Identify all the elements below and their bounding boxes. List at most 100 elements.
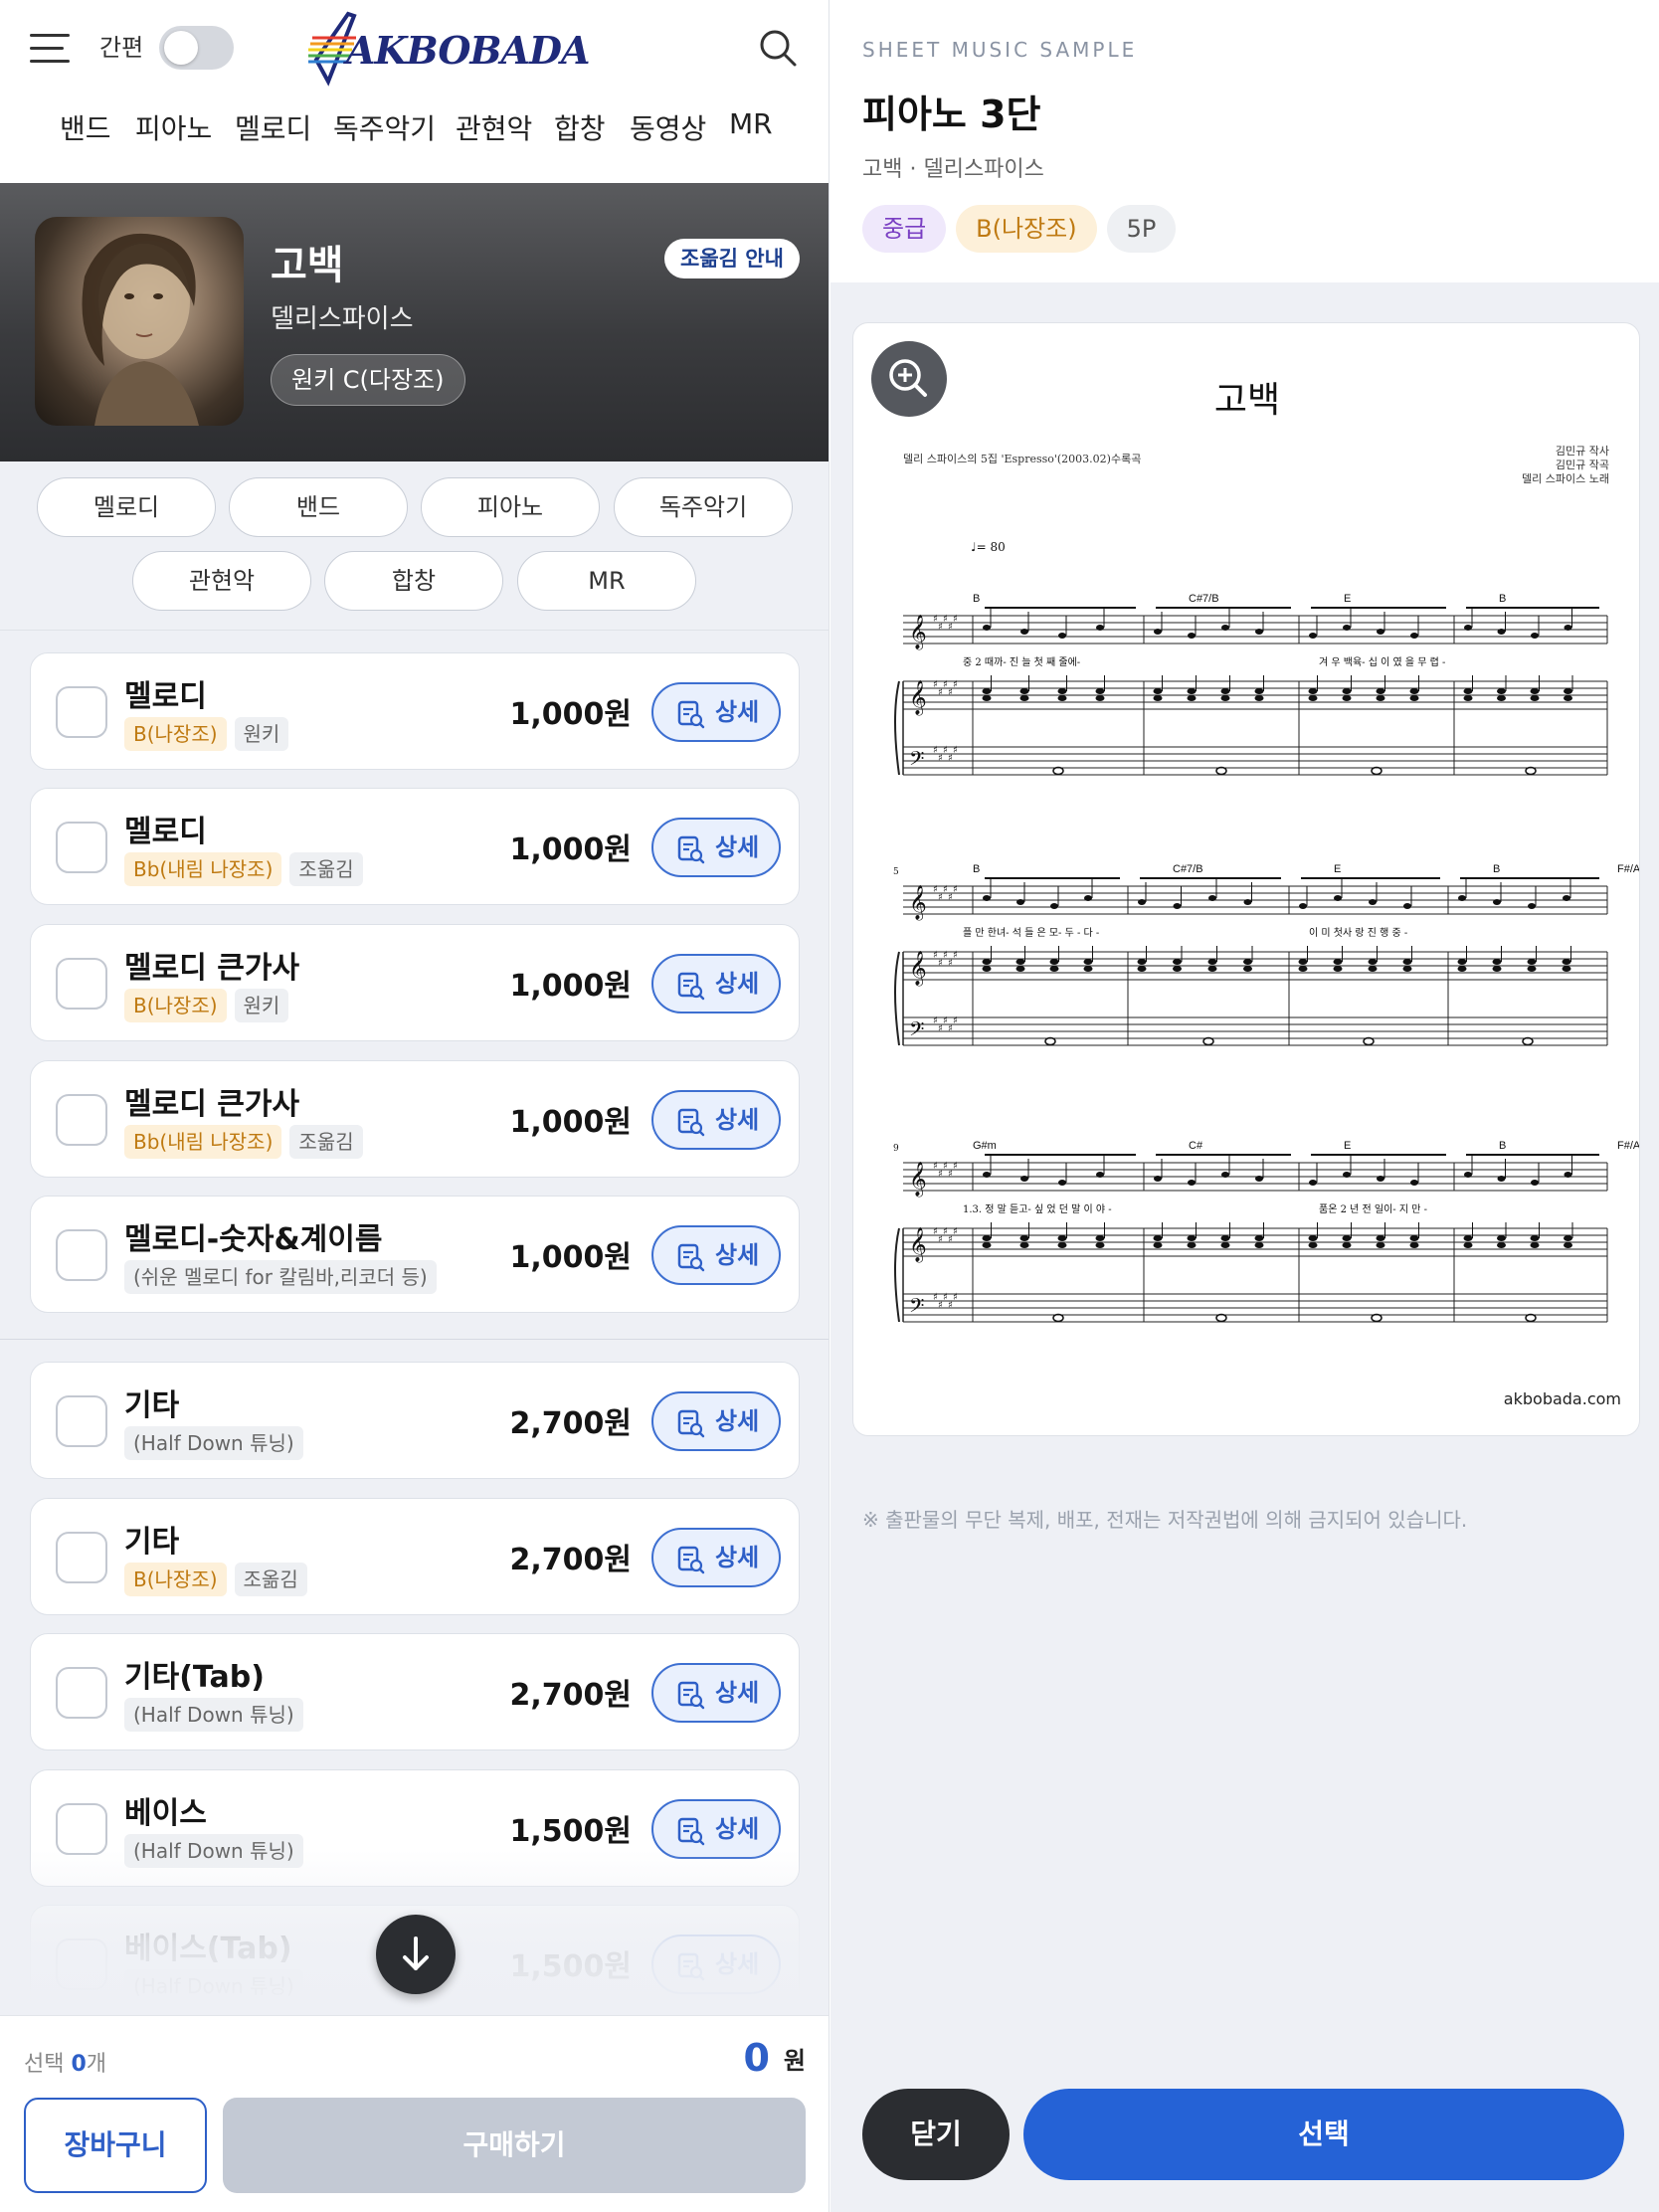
sheet-title: 고백 [1213,380,1281,421]
item-tag: 조옮김 [289,1125,363,1159]
item-checkbox[interactable] [56,1803,107,1855]
item-tag: 조옮김 [234,1563,307,1596]
score-detail-icon [677,1546,705,1574]
filter-mr[interactable]: MR [517,551,696,611]
svg-text:B: B [1493,863,1500,875]
score-detail-icon [677,1108,705,1137]
cart-button[interactable]: 장바구니 [24,2098,207,2193]
credit-singer: 델리 스파이스 노래 [1522,472,1609,485]
list-divider [0,1339,829,1340]
score-detail-icon [677,1681,705,1710]
item-name: 베이스 [124,1796,207,1831]
filter-melody[interactable]: 멜로디 [37,477,216,537]
nav-video[interactable]: 동영상 [630,107,706,147]
preview-title: 피아노 3단 [862,92,1041,136]
detail-label: 상세 [715,1407,760,1435]
nav-band[interactable]: 밴드 [60,107,111,147]
tempo-mark: ♩= 80 [971,540,1006,554]
detail-button[interactable]: 상세 [651,818,781,877]
transpose-guide-button[interactable]: 조옮김 안내 [664,239,800,278]
close-button[interactable]: 닫기 [862,2089,1010,2180]
item-checkbox[interactable] [56,1229,107,1281]
akbobada-logo[interactable]: AKBOBADA [308,8,590,88]
item-checkbox[interactable] [56,1395,107,1447]
svg-text:𝄞: 𝄞 [909,615,927,650]
svg-text:𝄢: 𝄢 [909,1017,924,1045]
item-tag: 원키 [234,989,289,1022]
score-item[interactable]: 멜로디 B(나장조) 원키 1,000원 상세 [30,652,800,770]
item-checkbox[interactable] [56,822,107,873]
score-item[interactable]: 기타(Tab) (Half Down 튜닝) 2,700원 상세 [30,1633,800,1751]
item-checkbox[interactable] [56,1094,107,1146]
score-detail-icon [677,1409,705,1438]
detail-button[interactable]: 상세 [651,1225,781,1285]
sheet-preview[interactable]: 𝄞 𝄞 𝄢 ♯ ♯ ♯ ♯ ♯ ♯ ♯ ♯ ♯ ♯ ♯ ♯ ♯ ♯ ♯ B C#7/B E B 중 2 때까- 진 늘 첫 … [852,322,1640,1436]
item-checkbox[interactable] [56,1667,107,1719]
item-price: 2,700원 [509,1678,633,1713]
svg-text:G#m: G#m [973,1140,997,1152]
select-button[interactable]: 선택 [1023,2089,1624,2180]
preview-badge: B(나장조) [956,205,1097,253]
menu-icon[interactable] [30,34,70,64]
item-tag: B(나장조) [124,989,227,1022]
nav-solo[interactable]: 독주악기 [333,107,436,147]
score-item[interactable]: 멜로디 큰가사 B(나장조) 원키 1,000원 상세 [30,924,800,1041]
nav-melody[interactable]: 멜로디 [235,107,311,147]
svg-text:C#: C# [1189,1140,1203,1152]
search-icon[interactable] [758,28,798,68]
arrow-down-icon [403,1936,429,1970]
song-title: 고백 [271,243,344,288]
score-item[interactable]: 멜로디 큰가사 Bb(내림 나장조) 조옮김 1,000원 상세 [30,1060,800,1178]
svg-text:C#7/B: C#7/B [1173,863,1203,875]
simple-mode-toggle[interactable] [159,26,234,70]
detail-label: 상세 [715,1815,760,1843]
total-price: 0원 [743,2036,806,2080]
item-tags: B(나장조) 조옮김 [124,1563,315,1596]
item-tags: Bb(내림 나장조) 조옮김 [124,1125,371,1159]
detail-button[interactable]: 상세 [651,1090,781,1150]
filter-solo[interactable]: 독주악기 [614,477,793,537]
scroll-down-button[interactable] [376,1915,456,1994]
credit-composer: 김민규 작곡 [1555,459,1609,471]
item-name: 기타 [124,1525,180,1560]
svg-text:♯: ♯ [953,884,958,895]
detail-button[interactable]: 상세 [651,1391,781,1451]
filter-orchestra[interactable]: 관현악 [132,551,311,611]
nav-choir[interactable]: 합창 [554,107,606,147]
item-tags: (쉬운 멜로디 for 칼림바,리코더 등) [124,1260,445,1294]
score-item[interactable]: 멜로디-숫자&계이름 (쉬운 멜로디 for 칼림바,리코더 등) 1,000원 상세 [30,1196,800,1313]
item-name: 기타(Tab) [124,1660,265,1695]
item-checkbox[interactable] [56,686,107,738]
item-price: 2,700원 [509,1406,633,1441]
item-tags: Bb(내림 나장조) 조옮김 [124,852,371,886]
nav-piano[interactable]: 피아노 [135,107,212,147]
item-tags: B(나장조) 원키 [124,989,296,1022]
item-checkbox[interactable] [56,958,107,1010]
score-item[interactable]: 기타 (Half Down 튜닝) 2,700원 상세 [30,1362,800,1479]
detail-button[interactable]: 상세 [651,682,781,742]
credit-lyricist: 김민규 작사 [1555,445,1609,458]
svg-text:B: B [973,593,980,605]
detail-label: 상세 [715,1241,760,1269]
svg-text:겨 우 백육- 십 이 였 을 무 렵 -: 겨 우 백육- 십 이 였 을 무 렵 - [1319,655,1445,668]
sheet-music-image: 𝄞𝄞𝄢♯♯♯♯♯♯♯♯♯♯♯♯♯♯♯B C#7/B E B중 2 때까- 진 늘 첫 … [893,593,1639,1323]
svg-text:𝄞: 𝄞 [909,1227,927,1263]
preview-header: SHEET MUSIC SAMPLE 피아노 3단 고백 · 델리스파이스 중급… [830,0,1659,282]
item-name: 기타 [124,1388,180,1423]
detail-button[interactable]: 상세 [651,1663,781,1723]
nav-mr[interactable]: MR [729,107,773,140]
item-tag: (Half Down 튜닝) [124,1426,303,1460]
svg-text:5: 5 [893,867,899,877]
detail-button[interactable]: 상세 [651,954,781,1014]
buy-button[interactable]: 구매하기 [223,2098,806,2193]
score-item[interactable]: 기타 B(나장조) 조옮김 2,700원 상세 [30,1498,800,1615]
item-price: 2,700원 [509,1543,633,1577]
filter-band[interactable]: 밴드 [229,477,408,537]
filter-piano[interactable]: 피아노 [421,477,600,537]
detail-button[interactable]: 상세 [651,1528,781,1587]
nav-orchestra[interactable]: 관현악 [456,107,532,147]
filter-choir[interactable]: 합창 [324,551,503,611]
score-item[interactable]: 멜로디 Bb(내림 나장조) 조옮김 1,000원 상세 [30,788,800,905]
item-checkbox[interactable] [56,1532,107,1583]
item-name: 멜로디 [124,815,207,849]
